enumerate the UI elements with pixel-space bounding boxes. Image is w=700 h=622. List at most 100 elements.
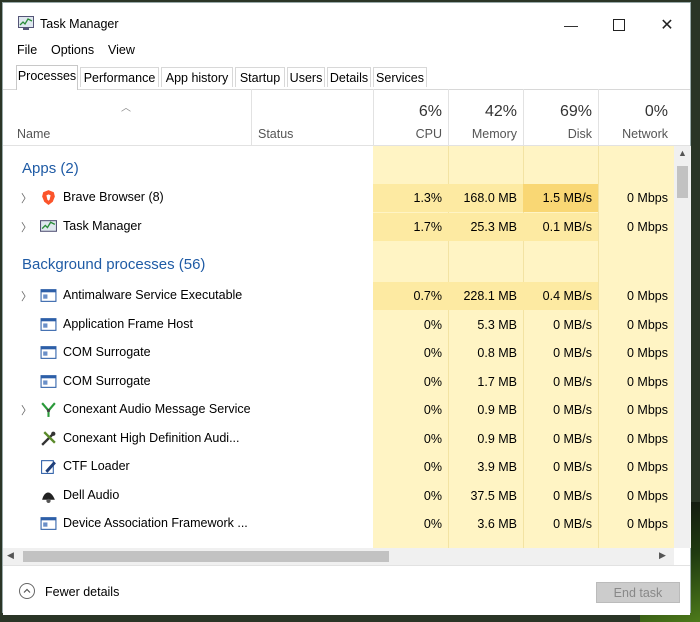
tab-services[interactable]: Services: [373, 67, 427, 87]
memory-value: 0.8 MB: [477, 346, 517, 360]
network-value: 0 Mbps: [627, 489, 668, 503]
process-row-device-association[interactable]: Device Association Framework ... 0% 3.6 …: [3, 510, 674, 538]
process-row-task-manager[interactable]: 〉 Task Manager 1.7% 25.3 MB 0.1 MB/s 0 M…: [3, 213, 674, 241]
close-icon: ✕: [660, 17, 674, 34]
memory-value: 0.9 MB: [477, 432, 517, 446]
tab-app-history[interactable]: App history: [161, 67, 233, 87]
menu-file[interactable]: File: [17, 43, 37, 57]
chevron-right-icon[interactable]: 〉: [21, 288, 32, 304]
process-row-antimalware[interactable]: 〉 Antimalware Service Executable 0.7% 22…: [3, 282, 674, 310]
task-manager-icon: [18, 16, 34, 30]
cpu-value: 0%: [423, 375, 442, 389]
memory-value: 228.1 MB: [448, 282, 523, 310]
process-row-conexant-audio-message[interactable]: 〉 Conexant Audio Message Service 0% 0.9 …: [3, 396, 674, 424]
horizontal-scroll-thumb[interactable]: [23, 551, 389, 562]
process-row-application-frame-host[interactable]: Application Frame Host 0% 5.3 MB 0 MB/s …: [3, 311, 674, 339]
scroll-right-icon[interactable]: ▶: [659, 550, 666, 561]
cpu-value: 0%: [423, 489, 442, 503]
process-list: Apps (2) 〉 Brave Browser (8) 1.3% 168.0 …: [3, 146, 674, 548]
window-title: Task Manager: [40, 17, 119, 31]
cpu-value: 1.7%: [373, 213, 448, 241]
window-icon: [40, 375, 57, 388]
memory-value: 37.5 MB: [470, 489, 517, 503]
tab-users[interactable]: Users: [287, 67, 325, 87]
cpu-label: CPU: [415, 127, 442, 141]
network-value: 0 Mbps: [627, 318, 668, 332]
menu-view[interactable]: View: [108, 43, 135, 57]
tools-icon: [41, 431, 56, 446]
network-value: 0 Mbps: [627, 460, 668, 474]
end-task-button[interactable]: End task: [596, 582, 680, 603]
chevron-right-icon[interactable]: 〉: [21, 402, 32, 418]
cpu-value: 0.7%: [373, 282, 448, 310]
vertical-scroll-thumb[interactable]: [677, 166, 688, 198]
process-row-brave[interactable]: 〉 Brave Browser (8) 1.3% 168.0 MB 1.5 MB…: [3, 184, 674, 212]
maximize-button[interactable]: [596, 11, 642, 39]
disk-total: 69%: [559, 103, 592, 120]
header-name[interactable]: Name: [17, 127, 50, 141]
process-row-dell-audio[interactable]: Dell Audio 0% 37.5 MB 0 MB/s 0 Mbps: [3, 482, 674, 510]
title-bar[interactable]: Task Manager — ✕: [3, 3, 690, 41]
group-header-background[interactable]: Background processes (56): [3, 250, 674, 278]
close-button[interactable]: ✕: [644, 11, 690, 39]
network-label: Network: [622, 127, 668, 141]
task-manager-window: Task Manager — ✕ File Options View Proce…: [2, 2, 691, 615]
memory-value: 3.6 MB: [477, 517, 517, 531]
network-total: 0%: [644, 103, 668, 120]
process-row-conexant-hd-audio[interactable]: Conexant High Definition Audi... 0% 0.9 …: [3, 425, 674, 453]
group-header-apps[interactable]: Apps (2): [3, 154, 674, 182]
minimize-button[interactable]: —: [548, 11, 594, 39]
window-icon: [40, 517, 57, 530]
header-network[interactable]: 0% Network: [598, 89, 674, 145]
vertical-scrollbar[interactable]: ▲: [674, 146, 691, 548]
tab-startup[interactable]: Startup: [235, 67, 285, 87]
cpu-value: 0%: [423, 460, 442, 474]
tab-details[interactable]: Details: [327, 67, 371, 87]
maximize-icon: [613, 19, 625, 31]
process-name: Brave Browser (8): [63, 190, 164, 204]
window-icon: [40, 346, 57, 359]
cpu-value: 0%: [423, 346, 442, 360]
chevron-right-icon[interactable]: 〉: [21, 219, 32, 235]
network-value: 0 Mbps: [627, 432, 668, 446]
ctf-icon: [41, 460, 56, 474]
dell-audio-icon: [42, 492, 55, 503]
process-name: Conexant Audio Message Service: [63, 402, 251, 416]
tab-bar: Processes Performance App history Startu…: [3, 65, 690, 90]
process-row-ctf-loader[interactable]: CTF Loader 0% 3.9 MB 0 MB/s 0 Mbps: [3, 453, 674, 481]
window-icon: [40, 318, 57, 331]
header-cpu[interactable]: 6% CPU: [373, 89, 448, 145]
disk-value: 0 MB/s: [553, 489, 592, 503]
process-name: Task Manager: [63, 219, 142, 233]
process-row-com-surrogate[interactable]: COM Surrogate 0% 0.8 MB 0 MB/s 0 Mbps: [3, 339, 674, 367]
memory-label: Memory: [471, 127, 517, 141]
memory-value: 25.3 MB: [448, 213, 523, 241]
tab-performance[interactable]: Performance: [80, 67, 159, 87]
disk-value: 0 MB/s: [553, 403, 592, 417]
memory-value: 168.0 MB: [448, 184, 523, 212]
fewer-details-label: Fewer details: [45, 585, 120, 599]
cpu-value: 0%: [423, 517, 442, 531]
header-disk[interactable]: 69% Disk: [523, 89, 598, 145]
horizontal-scrollbar[interactable]: ◀ ▶: [3, 548, 674, 565]
disk-value: 0 MB/s: [553, 318, 592, 332]
chevron-right-icon[interactable]: 〉: [21, 190, 32, 206]
scroll-left-icon[interactable]: ◀: [7, 550, 14, 561]
scroll-up-icon[interactable]: ▲: [678, 148, 687, 158]
memory-value: 1.7 MB: [477, 375, 517, 389]
process-name: Device Association Framework ...: [63, 516, 248, 530]
network-value: 0 Mbps: [627, 289, 668, 303]
disk-value: 0 MB/s: [553, 375, 592, 389]
memory-value: 3.9 MB: [477, 460, 517, 474]
cpu-value: 0%: [423, 403, 442, 417]
network-value: 0 Mbps: [627, 517, 668, 531]
header-memory[interactable]: 42% Memory: [448, 89, 523, 145]
menu-options[interactable]: Options: [51, 43, 94, 57]
disk-value: 0 MB/s: [553, 346, 592, 360]
task-manager-icon: [40, 220, 57, 232]
tab-processes[interactable]: Processes: [16, 65, 78, 90]
process-name: Dell Audio: [63, 488, 120, 502]
process-row-com-surrogate[interactable]: COM Surrogate 0% 1.7 MB 0 MB/s 0 Mbps: [3, 368, 674, 396]
header-status-col[interactable]: Status: [251, 89, 373, 145]
process-name: Application Frame Host: [63, 317, 193, 331]
